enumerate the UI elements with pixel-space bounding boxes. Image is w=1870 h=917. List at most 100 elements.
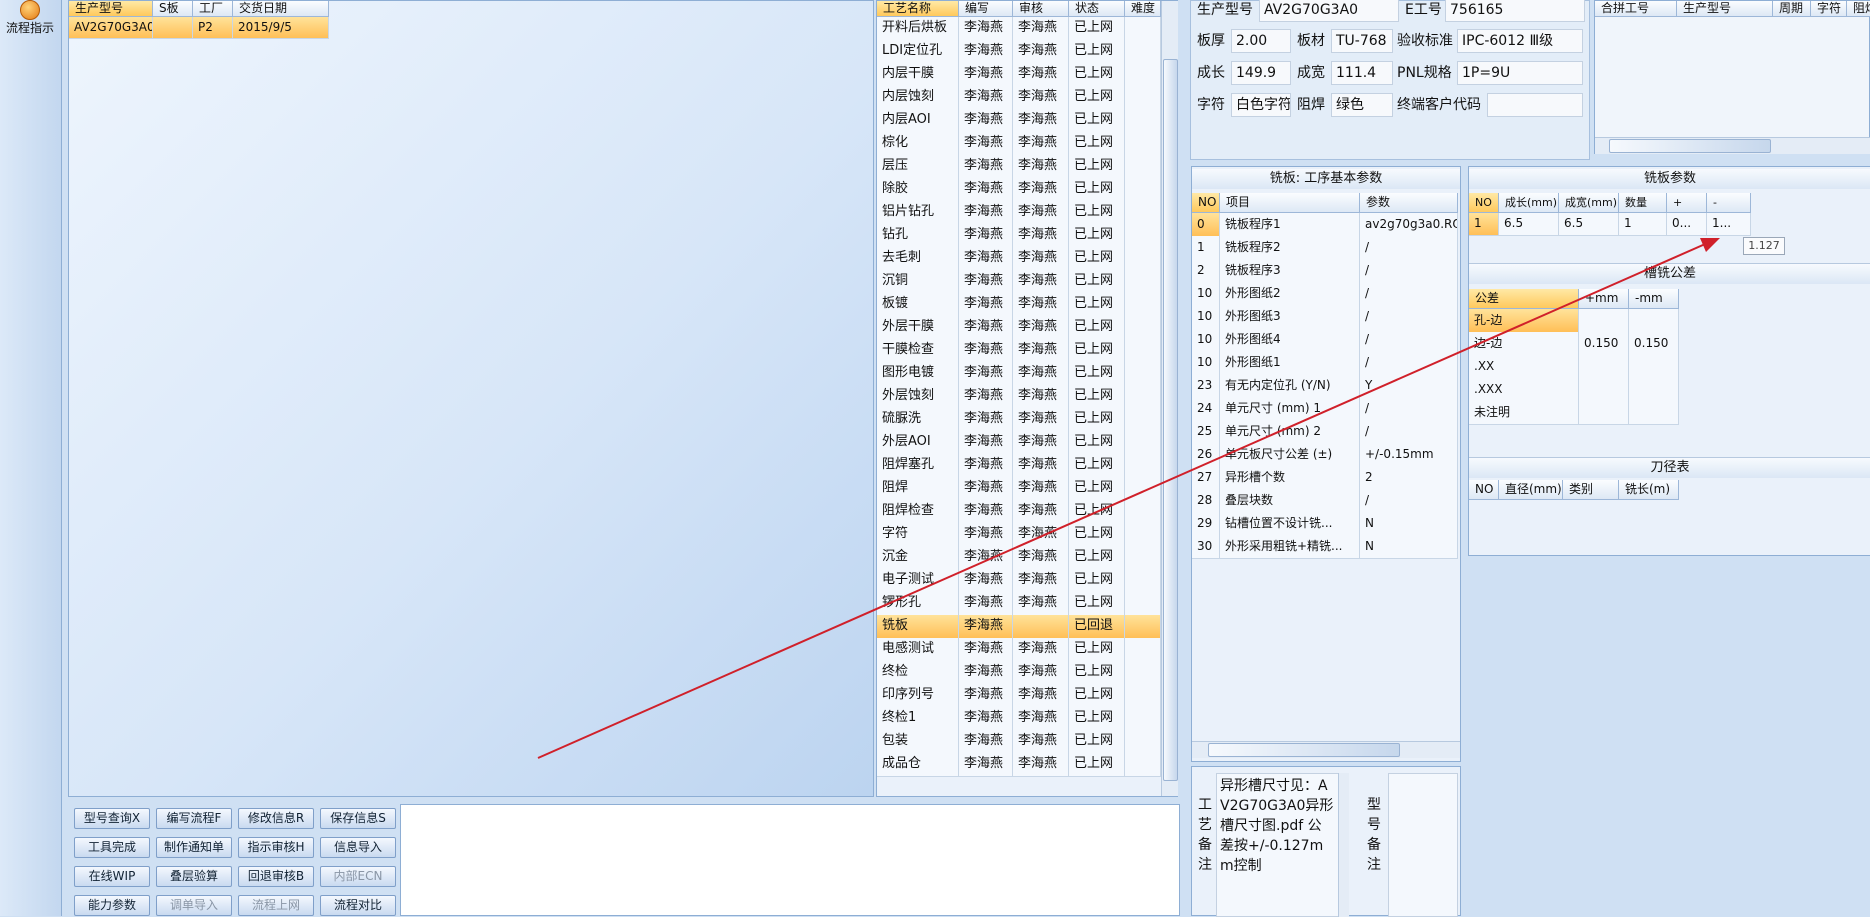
param-row[interactable]: 26 单元板尺寸公差 (±) +/-0.15mm [1192,443,1458,467]
col-factory[interactable]: 工厂 [193,1,233,16]
process-row[interactable]: 内层AOI 李海燕 李海燕 已上网 [877,109,1161,133]
process-row[interactable]: 内层干膜 李海燕 李海燕 已上网 [877,63,1161,87]
character-field[interactable]: 白色字符 [1231,93,1291,117]
param-row[interactable]: 25 单元尺寸 (mm) 2/ [1192,420,1458,444]
process-row[interactable]: 沉金 李海燕 李海燕 已上网 [877,546,1161,570]
col-slot-plus[interactable]: +mm [1579,289,1629,308]
process-row[interactable]: 外层蚀刻 李海燕 李海燕 已上网 [877,385,1161,409]
craft-remark-text[interactable]: 异形槽尺寸见：AV2G70G3A0异形槽尺寸图.pdf 公差按+/-0.127m… [1216,773,1348,917]
job-field[interactable]: 756165 [1445,0,1585,22]
col-difficulty[interactable]: 难度 [1125,1,1161,16]
action-button[interactable]: 回退审核B [238,866,314,887]
process-row[interactable]: 除胶 李海燕 李海燕 已上网 [877,178,1161,202]
action-button[interactable]: 叠层验算 [156,866,232,887]
process-row[interactable]: 终检 李海燕 李海燕 已上网 [877,661,1161,685]
action-button[interactable]: 编写流程F [156,808,232,829]
col-mill-width[interactable]: 成宽(mm) [1559,193,1619,212]
params-hscroll-thumb[interactable] [1208,743,1400,757]
model-field[interactable]: AV2G70G3A0 [1259,0,1399,22]
solder-mask-field[interactable]: 绿色 [1331,93,1393,117]
mill-row[interactable]: 1 6.5 6.5 1 0... 1... [1469,213,1751,236]
col-tool-diameter[interactable]: 直径(mm) [1499,480,1563,499]
process-row[interactable]: 钻孔 李海燕 李海燕 已上网 [877,224,1161,248]
process-row[interactable]: LDI定位孔 李海燕 李海燕 已上网 [877,40,1161,64]
param-row[interactable]: 24 单元尺寸 (mm) 1/ [1192,397,1458,421]
param-row[interactable]: 23 有无内定位孔 (Y/N) Y [1192,374,1458,398]
process-row[interactable]: 图形电镀 李海燕 李海燕 已上网 [877,362,1161,386]
process-row[interactable]: 铝片钻孔 李海燕 李海燕 已上网 [877,201,1161,225]
process-row[interactable]: 电子测试 李海燕 李海燕 已上网 [877,569,1161,593]
param-row[interactable]: 28 叠层块数 / [1192,489,1458,513]
col-tool-length[interactable]: 铣长(m) [1619,480,1679,499]
action-button[interactable]: 工具完成 [74,837,150,858]
process-row[interactable]: 硫脲洗 李海燕 李海燕 已上网 [877,408,1161,432]
param-row[interactable]: 2 铣板程序3/ [1192,259,1458,283]
process-row[interactable]: 沉铜 李海燕 李海燕 已上网 [877,270,1161,294]
param-row[interactable]: 10 外形图纸1/ [1192,351,1458,375]
merge-hscroll[interactable] [1595,137,1870,154]
craft-remark-scrollbar[interactable] [1338,773,1349,917]
action-button[interactable]: 内部ECN [320,866,396,887]
slot-row[interactable]: .XXX [1469,378,1679,402]
col-merge-mask[interactable]: 阻焊 [1847,1,1870,16]
process-row[interactable]: 外层干膜 李海燕 李海燕 已上网 [877,316,1161,340]
process-row[interactable]: 阻焊检查 李海燕 李海燕 已上网 [877,500,1161,524]
param-row[interactable]: 1 铣板程序2/ [1192,236,1458,260]
process-scroll-thumb[interactable] [1163,59,1178,781]
slot-row[interactable]: 边-边 0.150 0.150 [1469,332,1679,356]
merge-hscroll-thumb[interactable] [1609,139,1771,153]
param-row[interactable]: 30 外形采用粗铣+精铣... N [1192,535,1458,559]
process-row[interactable]: 成品仓 李海燕 李海燕 已上网 [877,753,1161,777]
process-row[interactable]: 电感测试 李海燕 李海燕 已上网 [877,638,1161,662]
col-author[interactable]: 编写 [959,1,1013,16]
action-button[interactable]: 调单导入 [156,895,232,916]
col-slot-tol[interactable]: 公差 [1469,289,1579,308]
action-button[interactable]: 信息导入 [320,837,396,858]
action-button[interactable]: 指示审核H [238,837,314,858]
col-model[interactable]: 生产型号 [69,1,153,16]
col-delivery-date[interactable]: 交货日期 [233,1,329,16]
process-row[interactable]: 包装 李海燕 李海燕 已上网 [877,730,1161,754]
width-field[interactable]: 111.4 [1331,61,1393,85]
col-status[interactable]: 状态 [1069,1,1125,16]
col-param-item[interactable]: 项目 [1220,193,1360,212]
action-button[interactable]: 修改信息R [238,808,314,829]
param-row[interactable]: 10 外形图纸4/ [1192,328,1458,352]
process-row[interactable]: 干膜检查 李海燕 李海燕 已上网 [877,339,1161,363]
action-button[interactable]: 制作通知单 [156,837,232,858]
col-slot-minus[interactable]: -mm [1629,289,1679,308]
length-field[interactable]: 149.9 [1231,61,1291,85]
pnl-field[interactable]: 1P=9U [1457,61,1583,85]
param-row[interactable]: 10 外形图纸2/ [1192,282,1458,306]
action-button[interactable]: 流程对比 [320,895,396,916]
process-row[interactable]: 棕化 李海燕 李海燕 已上网 [877,132,1161,156]
material-field[interactable]: TU-768 [1331,29,1393,53]
flow-indicator-button[interactable]: 流程指示 [2,0,58,40]
process-row[interactable]: 印序列号 李海燕 李海燕 已上网 [877,684,1161,708]
col-mill-minus[interactable]: - [1707,193,1751,212]
customer-code-field[interactable] [1487,93,1583,117]
process-row[interactable]: 开料后烘板 李海燕 李海燕 已上网 [877,17,1161,41]
param-row[interactable]: 10 外形图纸3/ [1192,305,1458,329]
slot-row[interactable]: .XX [1469,355,1679,379]
col-merge-char[interactable]: 字符 [1811,1,1847,16]
order-row[interactable]: AV2G70G3A0 P2 2015/9/5 [69,17,329,39]
process-row[interactable]: 板镀 李海燕 李海燕 已上网 [877,293,1161,317]
col-mill-plus[interactable]: + [1667,193,1707,212]
process-row[interactable]: 阻焊 李海燕 李海燕 已上网 [877,477,1161,501]
col-merge-period[interactable]: 周期 [1773,1,1811,16]
col-reviewer[interactable]: 审核 [1013,1,1069,16]
action-button[interactable]: 保存信息S [320,808,396,829]
param-row[interactable]: 27 异形槽个数 2 [1192,466,1458,490]
col-tool-type[interactable]: 类别 [1563,480,1619,499]
model-remark-text[interactable] [1388,773,1458,917]
process-row[interactable]: 阻焊塞孔 李海燕 李海燕 已上网 [877,454,1161,478]
slot-row[interactable]: 未注明 [1469,401,1679,425]
process-row[interactable]: 字符 李海燕 李海燕 已上网 [877,523,1161,547]
col-tool-no[interactable]: NO [1469,480,1499,499]
process-row[interactable]: 终检1 李海燕 李海燕 已上网 [877,707,1161,731]
process-row[interactable]: 层压 李海燕 李海燕 已上网 [877,155,1161,179]
col-merge-model[interactable]: 生产型号 [1677,1,1773,16]
standard-field[interactable]: IPC-6012 Ⅲ级 [1457,29,1583,53]
process-row[interactable]: 去毛刺 李海燕 李海燕 已上网 [877,247,1161,271]
